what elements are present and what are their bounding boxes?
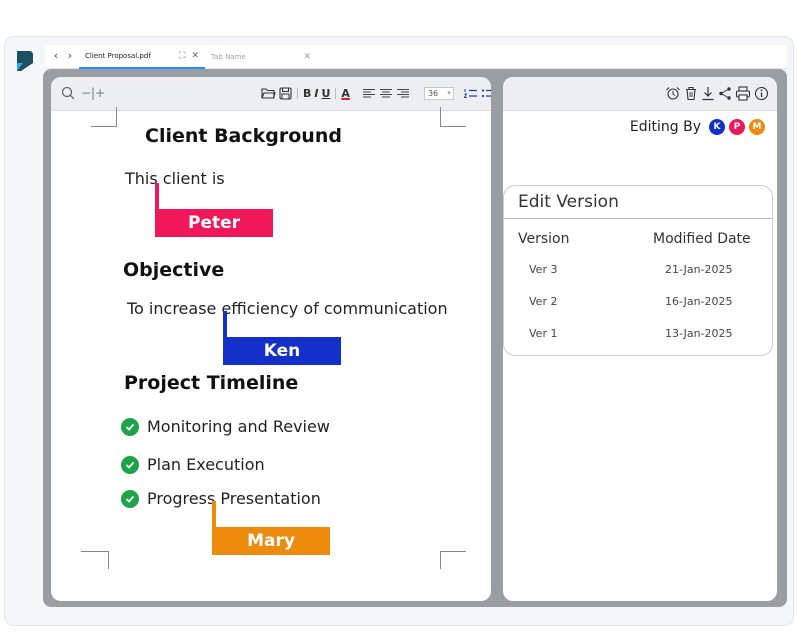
avatar[interactable]: K	[709, 119, 725, 135]
download-icon[interactable]	[701, 86, 715, 101]
page-corner-mark	[91, 107, 117, 127]
text-objective[interactable]: To increase efficiency of communication	[127, 299, 448, 318]
document-toolbar: −|+ B I U A 36 ▾	[51, 77, 491, 111]
heading-objective[interactable]: Objective	[123, 259, 224, 281]
workspace: −|+ B I U A 36 ▾ Client Background This …	[43, 69, 787, 607]
timeline-item[interactable]: Plan Execution	[121, 455, 265, 474]
fullscreen-icon[interactable]: ⛶	[179, 51, 185, 61]
align-left-icon[interactable]	[362, 88, 376, 99]
font-color-icon[interactable]: A	[341, 87, 350, 100]
trash-icon[interactable]	[684, 86, 698, 101]
divider	[504, 218, 772, 219]
avatar[interactable]: P	[729, 119, 745, 135]
close-icon[interactable]: ✕	[191, 51, 199, 61]
app-logo-icon	[17, 51, 33, 71]
page-corner-mark	[81, 551, 109, 569]
date-cell: 21-Jan-2025	[665, 263, 733, 276]
avatar[interactable]: M	[749, 119, 765, 135]
side-panel: Editing By K P M Edit Version Version Mo…	[503, 77, 777, 601]
italic-icon[interactable]: I	[314, 87, 318, 100]
version-cell[interactable]: Ver 1	[529, 327, 557, 340]
text-client-background[interactable]: This client is	[125, 169, 225, 188]
editing-by-label: Editing By	[629, 119, 701, 135]
app-window: ‹ › Client Proposal.pdf ⛶ ✕ Tab Name ✕ −…	[4, 36, 794, 626]
date-cell: 13-Jan-2025	[665, 327, 733, 340]
tab-client-proposal[interactable]: Client Proposal.pdf ⛶ ✕	[79, 45, 205, 69]
underline-icon[interactable]: U	[321, 87, 330, 100]
timeline-item[interactable]: Progress Presentation	[121, 489, 321, 508]
timeline-item-label: Progress Presentation	[147, 489, 321, 508]
tab-bar: ‹ › Client Proposal.pdf ⛶ ✕ Tab Name ✕	[45, 45, 787, 69]
tab-second[interactable]: Tab Name ✕	[205, 45, 317, 69]
forward-arrow-icon[interactable]: ›	[63, 45, 77, 67]
card-title: Edit Version	[518, 192, 619, 212]
peter-cursor-label: Peter	[155, 209, 273, 237]
date-cell: 16-Jan-2025	[665, 295, 733, 308]
side-toolbar	[503, 77, 777, 111]
ken-cursor-label: Ken	[223, 337, 341, 365]
check-circle-icon	[121, 455, 139, 474]
timeline-item[interactable]: Monitoring and Review	[121, 417, 330, 436]
column-header-version: Version	[518, 231, 570, 247]
info-icon[interactable]	[754, 86, 769, 101]
page-corner-mark	[440, 107, 466, 127]
mary-cursor-label: Mary	[212, 527, 330, 555]
alarm-icon[interactable]	[665, 86, 681, 101]
bullet-list-icon[interactable]	[481, 88, 491, 99]
edit-version-card: Edit Version Version Modified Date Ver 3…	[503, 185, 773, 356]
search-icon[interactable]	[61, 86, 75, 100]
folder-icon[interactable]	[261, 87, 276, 100]
column-header-date: Modified Date	[653, 231, 751, 247]
font-size-select[interactable]: 36	[423, 87, 454, 100]
numbered-list-icon[interactable]	[463, 88, 478, 99]
document-panel: −|+ B I U A 36 ▾ Client Background This …	[51, 77, 491, 601]
bold-icon[interactable]: B	[303, 87, 311, 100]
print-icon[interactable]	[735, 86, 751, 101]
save-icon[interactable]	[279, 87, 292, 100]
align-center-icon[interactable]	[379, 88, 393, 99]
toolbar-divider	[297, 88, 298, 99]
page-corner-mark	[440, 551, 466, 569]
heading-project-timeline[interactable]: Project Timeline	[124, 372, 298, 394]
tab-label: Tab Name	[211, 53, 246, 61]
version-cell[interactable]: Ver 2	[529, 295, 557, 308]
version-cell[interactable]: Ver 3	[529, 263, 557, 276]
timeline-item-label: Monitoring and Review	[147, 417, 330, 436]
editing-by: Editing By K P M	[630, 119, 765, 135]
zoom-controls[interactable]: −|+	[81, 86, 105, 100]
toolbar-divider	[335, 88, 337, 99]
heading-client-background[interactable]: Client Background	[145, 125, 342, 147]
share-icon[interactable]	[718, 86, 732, 101]
check-circle-icon	[121, 417, 139, 436]
back-arrow-icon[interactable]: ‹	[49, 45, 63, 67]
align-right-icon[interactable]	[396, 88, 410, 99]
close-icon[interactable]: ✕	[303, 52, 311, 62]
tab-label: Client Proposal.pdf	[85, 52, 151, 60]
timeline-item-label: Plan Execution	[147, 455, 265, 474]
check-circle-icon	[121, 489, 139, 508]
